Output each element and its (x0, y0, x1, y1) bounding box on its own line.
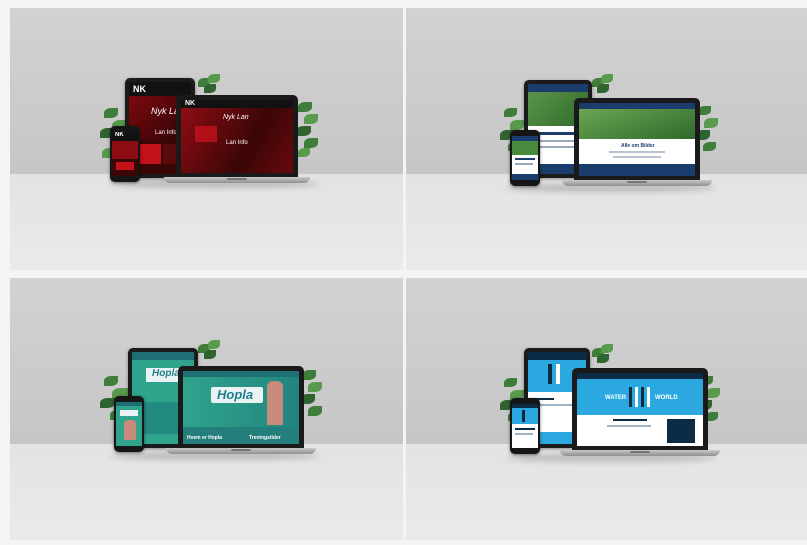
plant-right (296, 100, 320, 162)
section-heading: Alle om Bilder (621, 143, 655, 149)
phone-device: NK (110, 126, 140, 182)
mockup-panel-hopla: Hopla Hopla Hvem er Hopla Treningstider (10, 278, 403, 540)
logo-text: NK (185, 100, 196, 107)
phone-device (510, 398, 540, 454)
site-title: Hopla (217, 387, 254, 402)
phone-screen: NK (112, 132, 138, 176)
plant-top (590, 74, 614, 94)
subheadline: Lan Info (155, 130, 177, 136)
laptop-screen: Hopla Hvem er Hopla Treningstider (183, 371, 299, 444)
subheadline: Lan Info (226, 140, 248, 146)
phone-screen (116, 402, 142, 446)
headline: Nyk Lan (223, 114, 249, 121)
mockup-panel-nature: Alle om Bilder (406, 8, 807, 270)
laptop-device: Alle om Bilder (562, 98, 712, 186)
phone-device (510, 130, 540, 186)
plant-top (590, 344, 614, 364)
nav-link-treningstider[interactable]: Treningstider (249, 435, 281, 441)
site-title: Hopla (152, 368, 180, 379)
phone-device (114, 396, 144, 452)
laptop-screen: WATER WORLD (577, 373, 703, 446)
phone-screen (512, 136, 538, 180)
phone-screen (512, 404, 538, 448)
plant-top (196, 74, 222, 94)
logo-text: NK (115, 132, 124, 138)
mockup-panel-nyk: NK Nyk Lan Lan Info NK Nyk Lan Lan Info … (10, 8, 403, 270)
plant-top (196, 340, 222, 360)
logo-text: NK (133, 84, 146, 94)
banner-word-world: WORLD (655, 395, 678, 401)
mockup-panel-water-world: WATER WORLD (406, 278, 807, 540)
laptop-screen: NK Nyk Lan Lan Info (181, 100, 293, 173)
laptop-device: Hopla Hvem er Hopla Treningstider (166, 366, 316, 454)
laptop-device: WATER WORLD (560, 368, 720, 456)
laptop-screen: Alle om Bilder (579, 103, 695, 176)
laptop-device: NK Nyk Lan Lan Info (164, 95, 310, 183)
floor (10, 174, 403, 270)
banner-word-water: WATER (605, 395, 627, 401)
nav-link-hvem[interactable]: Hvem er Hopla (187, 435, 222, 441)
